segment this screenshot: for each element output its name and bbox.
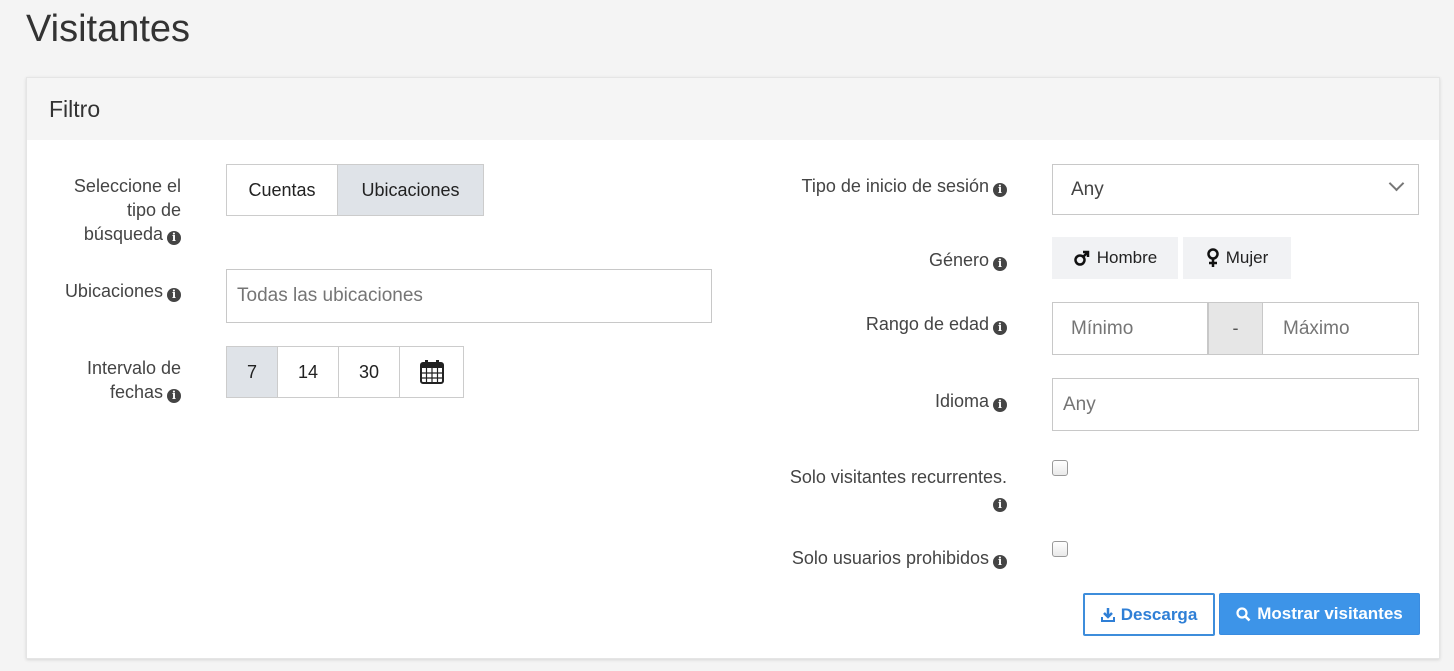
search-type-accounts-button[interactable]: Cuentas	[226, 164, 338, 216]
gender-female-label: Mujer	[1225, 248, 1269, 267]
date-range-label-line: fechas	[109, 382, 163, 402]
info-icon[interactable]: i	[167, 389, 181, 403]
age-range-label: Rango de edad i	[727, 312, 1007, 336]
login-type-value: Any	[1071, 178, 1104, 200]
info-icon[interactable]: i	[167, 288, 181, 302]
info-icon[interactable]: i	[167, 231, 181, 245]
venus-icon	[1206, 248, 1219, 267]
download-button[interactable]: Descarga	[1083, 593, 1215, 636]
language-label: Idioma i	[727, 389, 1007, 413]
show-visitors-button-label: Mostrar visitantes	[1257, 604, 1403, 623]
banned-only-label: Solo usuarios prohibidos i	[727, 546, 1007, 570]
date-range-label: Intervalo de fechas i	[47, 356, 181, 404]
date-range-7-button[interactable]: 7	[226, 346, 278, 398]
language-input[interactable]	[1052, 378, 1419, 431]
search-type-label-line: Seleccione el	[73, 176, 181, 196]
age-max-input[interactable]	[1262, 302, 1419, 355]
filter-panel-header: Filtro	[27, 78, 1439, 140]
locations-label-text: Ubicaciones	[64, 281, 163, 301]
language-label-text: Idioma	[934, 391, 989, 411]
mars-icon	[1074, 250, 1090, 266]
date-range-30-button[interactable]: 30	[338, 346, 400, 398]
search-icon	[1236, 606, 1251, 621]
info-icon[interactable]: i	[993, 555, 1007, 569]
info-icon[interactable]: i	[993, 498, 1007, 512]
login-type-label-text: Tipo de inicio de sesión	[801, 176, 989, 196]
login-type-select[interactable]: Any	[1052, 164, 1419, 215]
recurring-only-label: Solo visitantes recurrentes. i	[727, 465, 1007, 513]
chevron-down-icon	[1388, 175, 1405, 192]
filter-panel: Filtro Seleccione el tipo de búsqueda i C…	[26, 77, 1440, 659]
date-range-14-button[interactable]: 14	[277, 346, 339, 398]
info-icon[interactable]: i	[993, 257, 1007, 271]
age-range-separator: -	[1208, 302, 1263, 355]
date-range-label-line: Intervalo de	[86, 358, 181, 378]
search-type-label-line: búsqueda	[83, 224, 163, 244]
show-visitors-button[interactable]: Mostrar visitantes	[1219, 593, 1420, 635]
gender-label: Género i	[727, 248, 1007, 272]
gender-male-button[interactable]: Hombre	[1052, 237, 1178, 279]
download-icon	[1100, 607, 1115, 622]
calendar-icon	[419, 360, 444, 384]
info-icon[interactable]: i	[993, 183, 1007, 197]
recurring-only-label-text: Solo visitantes recurrentes.	[789, 467, 1007, 487]
info-icon[interactable]: i	[993, 321, 1007, 335]
search-type-locations-button[interactable]: Ubicaciones	[337, 164, 484, 216]
gender-female-button[interactable]: Mujer	[1183, 237, 1291, 279]
banned-only-checkbox[interactable]	[1052, 541, 1068, 557]
download-button-label: Descarga	[1120, 604, 1198, 624]
locations-label: Ubicaciones i	[47, 279, 181, 303]
age-range-label-text: Rango de edad	[865, 314, 989, 334]
date-range-calendar-button[interactable]	[399, 346, 464, 398]
gender-male-label: Hombre	[1096, 248, 1158, 267]
search-type-label-line: tipo de	[126, 200, 181, 220]
search-type-toggle: Cuentas Ubicaciones	[226, 164, 484, 216]
recurring-only-checkbox[interactable]	[1052, 460, 1068, 476]
page-title: Visitantes	[26, 8, 191, 50]
age-min-input[interactable]	[1052, 302, 1208, 355]
info-icon[interactable]: i	[993, 398, 1007, 412]
gender-label-text: Género	[928, 250, 989, 270]
login-type-label: Tipo de inicio de sesión i	[727, 174, 1007, 198]
filter-title: Filtro	[49, 95, 101, 122]
search-type-label: Seleccione el tipo de búsqueda i	[47, 174, 181, 246]
locations-input[interactable]	[226, 269, 712, 323]
date-range-toggle: 7 14 30	[226, 346, 464, 398]
banned-only-label-text: Solo usuarios prohibidos	[791, 548, 989, 568]
